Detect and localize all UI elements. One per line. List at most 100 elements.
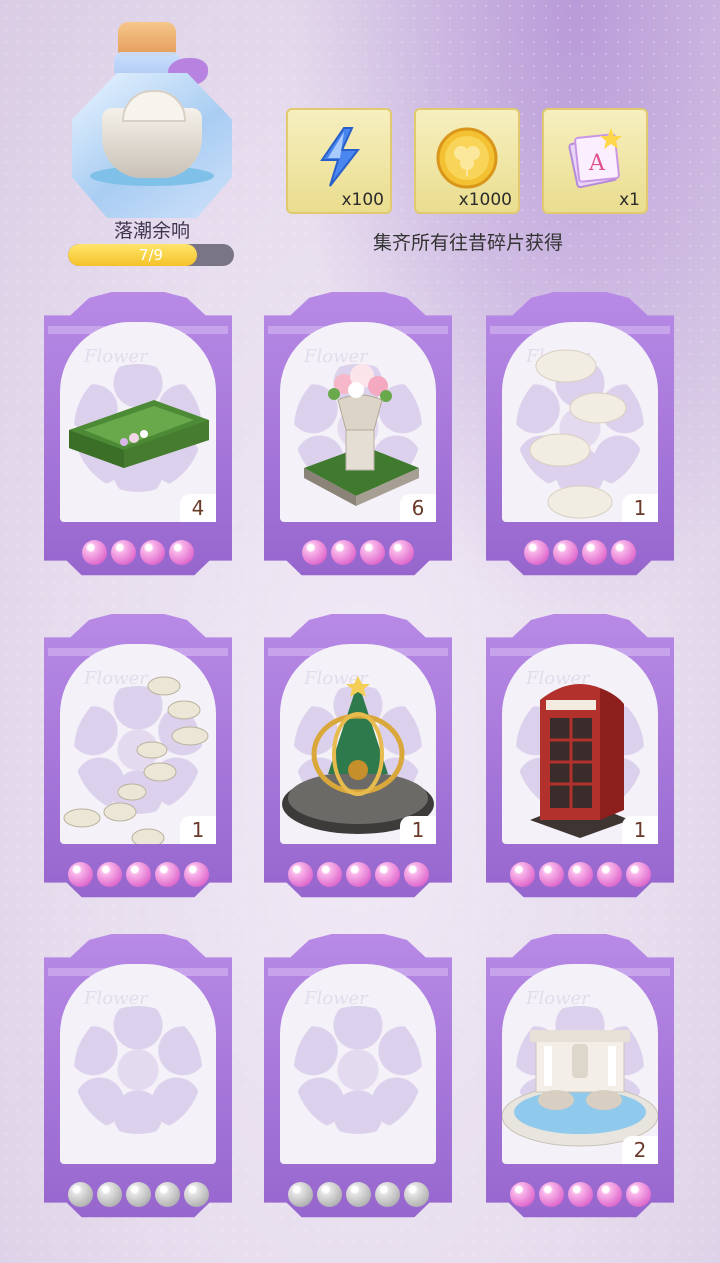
lightning-icon xyxy=(314,126,364,192)
card-image-area: Flower xyxy=(60,964,216,1164)
fragment-count: 4 xyxy=(180,494,216,522)
pearl-icon xyxy=(509,1182,535,1207)
pearl-rating xyxy=(486,862,674,887)
pearl-rating xyxy=(486,1182,674,1207)
flower-urn-planter-icon xyxy=(294,350,424,514)
pearl-icon xyxy=(111,540,136,565)
fragment-card[interactable]: Flower 4 xyxy=(44,292,232,584)
fragment-card[interactable]: Flower 1 xyxy=(486,614,674,906)
pearl-icon xyxy=(316,1182,342,1207)
fragment-card[interactable]: Flower 1 xyxy=(264,614,452,906)
reward-stamina[interactable]: x100 xyxy=(286,108,392,214)
flower-watermark-text: Flower xyxy=(84,988,148,1009)
pearl-icon xyxy=(567,862,593,887)
reward-count: x1 xyxy=(619,190,640,210)
pearl-rating xyxy=(44,1182,232,1207)
reward-design-book[interactable]: A x1 xyxy=(542,108,648,214)
flower-watermark-text: Flower xyxy=(304,988,368,1009)
bottle-fountain-image xyxy=(102,90,202,178)
pearl-icon xyxy=(596,1182,622,1207)
fragment-count: 2 xyxy=(622,1136,658,1164)
pearl-icon xyxy=(360,540,385,565)
pearl-icon xyxy=(509,862,535,887)
reward-gold[interactable]: x1000 xyxy=(414,108,520,214)
card-image-area: Flower xyxy=(502,964,658,1164)
pearl-icon xyxy=(140,540,165,565)
flower-watermark-icon xyxy=(74,1006,202,1134)
fragment-card[interactable]: Flower 1 xyxy=(44,614,232,906)
red-telephone-booth-icon xyxy=(520,670,640,844)
svg-text:A: A xyxy=(588,151,606,176)
pearl-icon xyxy=(596,862,622,887)
pearl-icon xyxy=(82,540,107,565)
pearl-icon xyxy=(553,540,578,565)
fragment-count: 6 xyxy=(400,494,436,522)
pearl-icon xyxy=(374,862,400,887)
bottle-cork xyxy=(118,22,176,56)
reward-count: x1000 xyxy=(458,190,512,210)
pearl-rating xyxy=(44,540,232,565)
pearl-icon xyxy=(154,862,180,887)
flower-watermark-text: Flower xyxy=(84,346,148,367)
pearl-icon xyxy=(67,862,93,887)
pearl-icon xyxy=(302,540,327,565)
pearl-icon xyxy=(625,862,651,887)
pearl-icon xyxy=(183,862,209,887)
collection-bottle[interactable]: 落潮余响 7/9 xyxy=(62,18,242,266)
pearl-icon xyxy=(331,540,356,565)
pearl-icon xyxy=(567,1182,593,1207)
pearl-icon xyxy=(611,540,636,565)
pearl-rating xyxy=(264,540,452,565)
pearl-icon xyxy=(345,1182,371,1207)
pearl-icon xyxy=(96,862,122,887)
flower-watermark-text: Flower xyxy=(526,988,590,1009)
pearl-icon xyxy=(125,1182,151,1207)
pearl-rating xyxy=(264,1182,452,1207)
pearl-rating xyxy=(44,862,232,887)
design-book-icon: A xyxy=(563,126,627,194)
collection-progress-bar: 7/9 xyxy=(68,244,234,266)
reward-count: x100 xyxy=(341,190,384,210)
pearl-icon xyxy=(169,540,194,565)
hedge-garden-icon xyxy=(64,390,214,474)
card-image-area: Flower xyxy=(502,322,658,522)
gold-coin-icon xyxy=(435,126,499,194)
pearl-icon xyxy=(625,1182,651,1207)
pearl-icon xyxy=(582,540,607,565)
card-image-area: Flower xyxy=(280,322,436,522)
card-image-area: Flower xyxy=(502,644,658,844)
pearl-icon xyxy=(287,862,313,887)
pearl-icon xyxy=(125,862,151,887)
card-image-area: Flower xyxy=(280,964,436,1164)
card-image-area: Flower xyxy=(60,322,216,522)
rewards-caption: 集齐所有往昔碎片获得 xyxy=(372,232,563,254)
pearl-rating xyxy=(264,862,452,887)
pearl-icon xyxy=(345,862,371,887)
fragment-card[interactable]: Flower xyxy=(264,934,452,1226)
pearl-icon xyxy=(316,862,342,887)
card-image-area: Flower xyxy=(280,644,436,844)
pearl-icon xyxy=(287,1182,313,1207)
pearl-icon xyxy=(67,1182,93,1207)
collection-name: 落潮余响 xyxy=(113,220,190,242)
pearl-icon xyxy=(154,1182,180,1207)
fragment-count: 1 xyxy=(622,816,658,844)
fragment-card[interactable]: Flower 1 xyxy=(486,292,674,584)
pearl-icon xyxy=(524,540,549,565)
pearl-icon xyxy=(403,1182,429,1207)
fragment-count: 1 xyxy=(622,494,658,522)
fragment-count: 1 xyxy=(400,816,436,844)
pearl-rating xyxy=(486,540,674,565)
flower-watermark-icon xyxy=(294,1006,422,1134)
pearl-icon xyxy=(96,1182,122,1207)
round-stepping-stones-icon xyxy=(524,346,634,522)
fragment-card[interactable]: Flower 2 xyxy=(486,934,674,1226)
pearl-icon xyxy=(389,540,414,565)
pearl-icon xyxy=(183,1182,209,1207)
pearl-icon xyxy=(403,862,429,887)
collection-progress-text: 7/9 xyxy=(138,246,164,264)
fragment-card[interactable]: Flower xyxy=(44,934,232,1226)
pearl-icon xyxy=(374,1182,400,1207)
card-image-area: Flower xyxy=(60,644,216,844)
fragment-card[interactable]: Flower 6 xyxy=(264,292,452,584)
